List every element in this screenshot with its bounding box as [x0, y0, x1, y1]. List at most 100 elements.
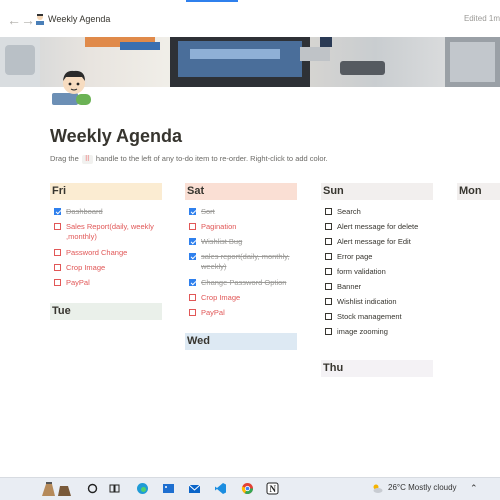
todo-label: Wishlist Bug — [201, 237, 243, 246]
column-sat: Sat Sort Pagination Wishlist Bug sales r… — [185, 183, 297, 350]
todo-item[interactable]: image zooming — [325, 327, 433, 342]
checkbox[interactable] — [189, 279, 196, 286]
todo-label: PayPal — [201, 308, 225, 317]
todo-label: Banner — [337, 282, 362, 291]
weather-cloudy-icon[interactable] — [371, 482, 384, 495]
checkbox[interactable] — [54, 208, 61, 215]
task-view-icon[interactable] — [108, 482, 121, 495]
todo-label: form validation — [337, 267, 386, 276]
day-header-wed[interactable]: Wed — [185, 333, 297, 350]
checkbox[interactable] — [54, 223, 61, 230]
todo-item[interactable]: form validation — [325, 267, 433, 282]
checkbox[interactable] — [325, 268, 332, 275]
checkbox[interactable] — [325, 208, 332, 215]
column-fri: Fri Dashboard Sales Report(daily, weekly… — [50, 183, 162, 320]
todo-label: sales report(daily, monthly, weekly) — [201, 252, 290, 271]
day-header-sun[interactable]: Sun — [321, 183, 433, 200]
checkbox[interactable] — [54, 249, 61, 256]
coffee-pot-icon — [42, 482, 71, 496]
day-header-fri[interactable]: Fri — [50, 183, 162, 200]
hint-suffix: handle to the left of any to-do item to … — [95, 154, 328, 163]
todo-label: Sort — [201, 207, 215, 216]
todo-label: Stock management — [337, 312, 402, 321]
arrow-left-icon[interactable]: ← — [7, 13, 21, 27]
todo-label: Sales Report(daily, weekly ,monthly) — [66, 222, 154, 241]
chrome-icon[interactable] — [241, 482, 254, 495]
edited-status: Edited 1m — [463, 14, 500, 23]
breadcrumb-title[interactable]: Weekly Agenda — [48, 14, 110, 24]
page-hint[interactable]: Drag the ⠿ handle to the left of any to-do… — [50, 154, 328, 164]
photos-icon[interactable] — [162, 482, 175, 495]
checkbox[interactable] — [54, 264, 61, 271]
chevron-up-icon[interactable]: ⌃ — [470, 483, 478, 494]
todo-item[interactable]: Search — [325, 207, 433, 222]
todo-label: Alert message for Edit — [337, 237, 411, 246]
todo-item[interactable]: Wishlist Bug — [189, 237, 297, 252]
todo-label: image zooming — [337, 327, 388, 336]
edge-icon[interactable] — [136, 482, 149, 495]
todo-label: Wishlist indication — [337, 297, 397, 306]
todo-item[interactable]: Stock management — [325, 312, 433, 327]
checkbox[interactable] — [189, 309, 196, 316]
todo-item[interactable]: Alert message for Edit — [325, 237, 433, 252]
page-title[interactable]: Weekly Agenda — [50, 126, 182, 147]
windows-taskbar: N 26°C Mostly cloudy ⌃ — [0, 477, 500, 500]
weather-text[interactable]: 26°C Mostly cloudy — [388, 483, 457, 492]
browser-topbar: ← → Weekly Agenda Edited 1m — [0, 0, 500, 40]
todo-label: Pagination — [201, 222, 237, 231]
todo-label: Change Password Option — [201, 278, 287, 287]
column-sun: Sun Search Alert message for delete Aler… — [321, 183, 433, 377]
todo-item[interactable]: sales report(daily, monthly, weekly) — [189, 252, 297, 278]
day-header-mon[interactable]: Mon — [457, 183, 500, 200]
page-emoji-icon — [36, 14, 44, 25]
checkbox[interactable] — [325, 313, 332, 320]
checkbox[interactable] — [325, 223, 332, 230]
day-header-thu[interactable]: Thu — [321, 360, 433, 377]
todo-item[interactable]: PayPal — [54, 278, 162, 293]
checkbox[interactable] — [325, 253, 332, 260]
todo-item[interactable]: Banner — [325, 282, 433, 297]
todo-item[interactable]: Password Change — [54, 248, 162, 263]
checkbox[interactable] — [189, 294, 196, 301]
checkbox[interactable] — [189, 208, 196, 215]
svg-text:N: N — [270, 484, 277, 494]
todo-label: Search — [337, 207, 361, 216]
checkbox[interactable] — [325, 283, 332, 290]
checkbox[interactable] — [325, 328, 332, 335]
arrow-right-icon[interactable]: → — [21, 13, 35, 27]
todo-label: Crop Image — [66, 263, 106, 272]
todo-label: Dashboard — [66, 207, 103, 216]
active-tab-indicator — [186, 0, 238, 2]
todo-label: Error page — [337, 252, 373, 261]
day-header-sat[interactable]: Sat — [185, 183, 297, 200]
todo-item[interactable]: PayPal — [189, 308, 297, 323]
todo-item[interactable]: Dashboard — [54, 207, 162, 222]
notion-icon[interactable]: N — [266, 482, 279, 495]
checkbox[interactable] — [325, 298, 332, 305]
todo-item[interactable]: Pagination — [189, 222, 297, 237]
todo-item[interactable]: Wishlist indication — [325, 297, 433, 312]
todo-label: Password Change — [66, 248, 128, 257]
todo-label: Alert message for delete — [337, 222, 419, 231]
mail-icon[interactable] — [188, 482, 201, 495]
day-header-tue[interactable]: Tue — [50, 303, 162, 320]
column-mon: Mon — [457, 183, 500, 200]
todo-item[interactable]: Sales Report(daily, weekly ,monthly) — [54, 222, 162, 248]
todo-item[interactable]: Crop Image — [189, 293, 297, 308]
todo-item[interactable]: Alert message for delete — [325, 222, 433, 237]
vscode-icon[interactable] — [214, 482, 227, 495]
todo-label: PayPal — [66, 278, 90, 287]
checkbox[interactable] — [325, 238, 332, 245]
todo-label: Crop Image — [201, 293, 241, 302]
checkbox[interactable] — [189, 223, 196, 230]
hint-prefix: Drag the — [50, 154, 79, 163]
checkbox[interactable] — [189, 253, 196, 260]
page-avatar-icon[interactable] — [52, 65, 94, 107]
checkbox[interactable] — [54, 279, 61, 286]
todo-item[interactable]: Change Password Option — [189, 278, 297, 293]
todo-item[interactable]: Error page — [325, 252, 433, 267]
checkbox[interactable] — [189, 238, 196, 245]
search-icon[interactable] — [86, 482, 99, 495]
todo-item[interactable]: Sort — [189, 207, 297, 222]
todo-item[interactable]: Crop Image — [54, 263, 162, 278]
